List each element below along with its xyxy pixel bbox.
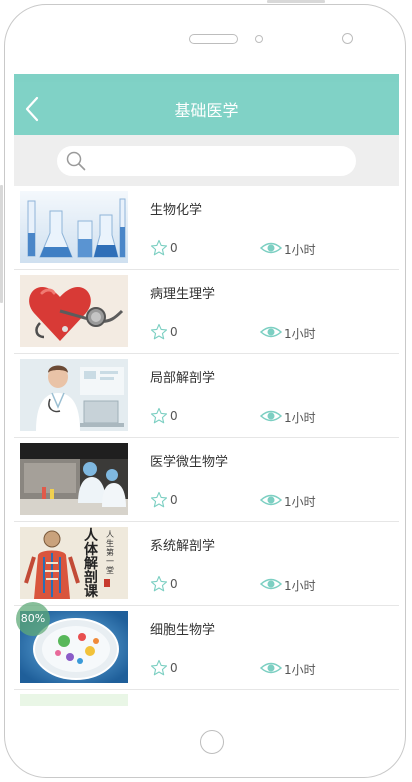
front-camera xyxy=(342,33,353,44)
star-icon[interactable] xyxy=(150,575,168,593)
course-title: 医学微生物学 xyxy=(150,455,229,470)
eye-icon xyxy=(260,578,282,590)
course-title: 细胞生物学 xyxy=(150,623,216,638)
course-item[interactable]: 局部解剖学 0 1小时 xyxy=(14,354,399,438)
eye-icon xyxy=(260,662,282,674)
course-duration: 1小时 xyxy=(284,327,316,341)
course-title: 病理生理学 xyxy=(150,287,216,302)
star-icon[interactable] xyxy=(150,239,168,257)
star-count: 0 xyxy=(170,241,178,255)
course-duration: 1小时 xyxy=(284,411,316,425)
course-duration: 1小时 xyxy=(284,579,316,593)
eye-icon xyxy=(260,410,282,422)
proximity-sensor xyxy=(255,35,263,43)
thumb-text-main: 人体解剖课 xyxy=(84,528,98,599)
star-count: 0 xyxy=(170,493,178,507)
course-item[interactable]: 生物化学 0 1小时 xyxy=(14,186,399,270)
app-screen: 基础医学 生物化学 0 1小时 病理生理学 0 1小时 局部解剖学 0 1小时 … xyxy=(14,74,399,706)
course-item[interactable]: 病理生理学 0 1小时 xyxy=(14,270,399,354)
progress-badge: 80% xyxy=(16,602,50,636)
search-input[interactable] xyxy=(93,150,347,174)
home-button[interactable] xyxy=(200,730,224,754)
star-count: 0 xyxy=(170,577,178,591)
course-list: 生物化学 0 1小时 病理生理学 0 1小时 局部解剖学 0 1小时 医学微生物… xyxy=(14,186,399,706)
course-title: 系统解剖学 xyxy=(150,539,216,554)
course-title: 生物化学 xyxy=(150,203,203,218)
star-icon[interactable] xyxy=(150,491,168,509)
next-item-thumbnail-peek xyxy=(20,694,128,706)
course-item[interactable]: 80% 细胞生物学 0 1小时 xyxy=(14,602,399,690)
anatomy-image: 人体解剖课 人生第一堂 xyxy=(20,527,128,599)
search-icon xyxy=(66,151,86,171)
course-item[interactable]: 医学微生物学 0 1小时 xyxy=(14,438,399,522)
star-count: 0 xyxy=(170,409,178,423)
eye-icon xyxy=(260,242,282,254)
lab-glassware-image xyxy=(20,191,128,263)
course-item[interactable]: 人体解剖课 人生第一堂 系统解剖学 0 1小时 xyxy=(14,522,399,606)
star-icon[interactable] xyxy=(150,407,168,425)
course-duration: 1小时 xyxy=(284,495,316,509)
speaker-grille xyxy=(189,34,238,44)
page-title: 基础医学 xyxy=(174,101,239,120)
course-duration: 1小时 xyxy=(284,663,316,677)
star-count: 0 xyxy=(170,661,178,675)
star-icon[interactable] xyxy=(150,659,168,677)
course-title: 局部解剖学 xyxy=(150,371,216,386)
thumb-text-sub: 人生第一堂 xyxy=(106,530,114,575)
eye-icon xyxy=(260,326,282,338)
volume-button xyxy=(0,185,3,303)
status-bar xyxy=(14,74,399,82)
star-count: 0 xyxy=(170,325,178,339)
lab-workers-image xyxy=(20,443,128,515)
heart-stethoscope-image xyxy=(20,275,128,347)
app-header: 基础医学 xyxy=(14,82,399,135)
eye-icon xyxy=(260,494,282,506)
search-box[interactable] xyxy=(57,146,356,176)
search-bar xyxy=(14,135,399,186)
power-button xyxy=(267,0,325,3)
star-icon[interactable] xyxy=(150,323,168,341)
doctor-image xyxy=(20,359,128,431)
course-duration: 1小时 xyxy=(284,243,316,257)
